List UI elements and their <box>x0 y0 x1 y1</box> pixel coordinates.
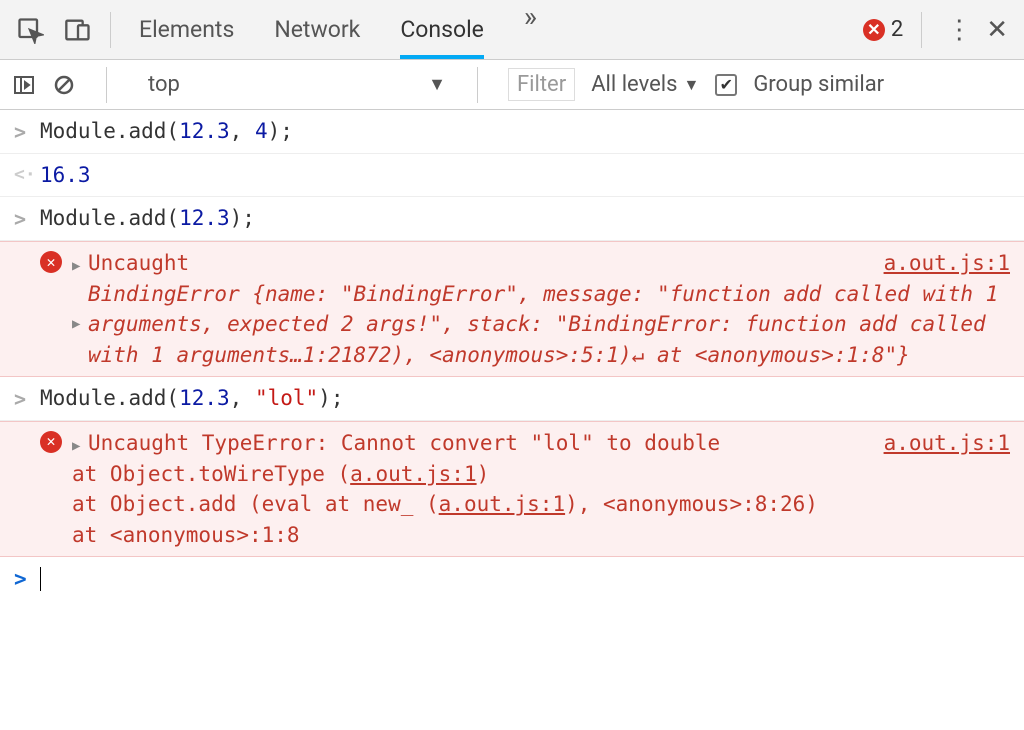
group-similar-label: Group similar <box>753 72 884 97</box>
error-object-summary[interactable]: BindingError {name: "BindingError", mess… <box>88 279 1010 370</box>
console-toolbar: top ▼ Filter All levels ▼ ✔ Group simila… <box>0 60 1024 110</box>
more-tabs-chevron-icon[interactable]: » <box>524 0 537 59</box>
stack-frame: at <anonymous>:1:8 <box>72 520 1010 550</box>
source-link[interactable]: a.out.js:1 <box>884 428 1010 458</box>
disclosure-triangle-icon[interactable]: ▶ <box>72 256 88 276</box>
device-toggle-icon[interactable] <box>64 16 92 44</box>
prompt-marker-icon: > <box>14 567 40 591</box>
error-count-badge[interactable]: ✕ 2 <box>863 17 903 42</box>
input-marker-icon: > <box>14 203 40 234</box>
filter-input[interactable]: Filter <box>508 68 575 101</box>
separator <box>110 12 111 48</box>
error-headline: Uncaught TypeError: Cannot convert "lol"… <box>88 431 720 455</box>
console-error-row: ✕ a.out.js:1 ▶Uncaught ▶ BindingError {n… <box>0 241 1024 377</box>
disclosure-triangle-icon[interactable]: ▶ <box>72 314 88 334</box>
console-input-row: > Module.add(12.3); <box>0 197 1024 241</box>
clear-console-icon[interactable] <box>52 73 76 97</box>
separator <box>477 67 478 103</box>
source-link[interactable]: a.out.js:1 <box>884 248 1010 278</box>
console-sidebar-toggle-icon[interactable] <box>12 73 36 97</box>
output-marker-icon: <· <box>14 160 40 188</box>
chevron-down-icon: ▼ <box>683 75 699 95</box>
kebab-menu-icon[interactable]: ⋮ <box>940 15 978 45</box>
console-prompt-row[interactable]: > <box>0 557 1024 601</box>
stack-source-link[interactable]: a.out.js:1 <box>439 492 565 516</box>
chevron-down-icon: ▼ <box>428 74 446 95</box>
error-icon: ✕ <box>40 251 62 273</box>
stack-frame: at Object.toWireType (a.out.js:1) <box>72 459 1010 489</box>
stack-frame: at Object.add (eval at new_ (a.out.js:1)… <box>72 489 1010 519</box>
console-error-row: ✕ a.out.js:1 ▶Uncaught TypeError: Cannot… <box>0 421 1024 557</box>
console-input-row: > Module.add(12.3, 4); <box>0 110 1024 154</box>
tab-console[interactable]: Console <box>400 0 484 59</box>
log-levels-label: All levels <box>591 72 677 97</box>
input-marker-icon: > <box>14 116 40 147</box>
separator <box>106 67 107 103</box>
group-similar-checkbox[interactable]: ✔ <box>715 74 737 96</box>
stack-source-link[interactable]: a.out.js:1 <box>350 462 476 486</box>
console-input-row: > Module.add(12.3, "lol"); <box>0 377 1024 421</box>
execution-context-label: top <box>148 72 180 97</box>
error-count-value: 2 <box>891 17 903 42</box>
separator <box>921 12 922 48</box>
disclosure-triangle-icon[interactable]: ▶ <box>72 436 88 456</box>
tab-elements[interactable]: Elements <box>139 0 234 59</box>
close-icon[interactable]: ✕ <box>982 15 1016 45</box>
execution-context-select[interactable]: top ▼ <box>137 71 447 98</box>
inspect-icon[interactable] <box>16 16 44 44</box>
devtools-tabbar: Elements Network Console » ✕ 2 ⋮ ✕ <box>0 0 1024 60</box>
log-levels-select[interactable]: All levels ▼ <box>591 72 699 97</box>
text-caret <box>40 567 41 591</box>
console-result-row: <· 16.3 <box>0 154 1024 197</box>
error-headline: Uncaught <box>88 251 189 275</box>
tab-network[interactable]: Network <box>274 0 360 59</box>
input-marker-icon: > <box>14 383 40 414</box>
error-icon: ✕ <box>40 431 62 453</box>
error-icon: ✕ <box>863 19 885 41</box>
